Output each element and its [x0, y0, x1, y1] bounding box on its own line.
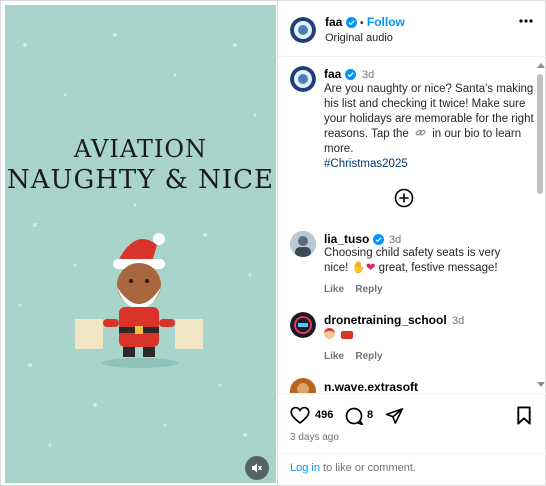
comment-username[interactable]: dronetraining_school: [324, 313, 447, 327]
header-separator: •: [360, 18, 364, 29]
comment-avatar-lia-tuso[interactable]: [290, 231, 316, 257]
caption-username[interactable]: faa: [324, 67, 341, 81]
heart-icon[interactable]: [290, 406, 310, 425]
caption-time: 3d: [362, 69, 375, 81]
comment-username[interactable]: lia_tuso: [324, 232, 369, 246]
caption-user-line: faa 3d: [324, 67, 374, 81]
verified-badge-icon: [344, 69, 356, 80]
header-username[interactable]: faa: [325, 15, 342, 29]
post-modal: AVIATION NAUGHTY & NICE faa • Follow Ori…: [0, 0, 546, 486]
comment-actions: Like Reply: [324, 348, 391, 362]
scroll-down-arrow-icon[interactable]: [537, 382, 545, 388]
hashtag-link[interactable]: #Christmas2025: [324, 158, 408, 170]
mute-button[interactable]: [245, 456, 269, 480]
comment-time: 3d: [389, 234, 402, 246]
faa-seal-icon: [290, 17, 316, 43]
heart-emoji-icon: ❤: [365, 262, 376, 274]
sleigh-emoji-icon: [341, 331, 354, 339]
comment-username[interactable]: n.wave.extrasoft: [324, 380, 418, 393]
follow-button[interactable]: Follow: [367, 15, 405, 29]
video-title-line2: NAUGHTY & NICE: [7, 165, 274, 195]
comments-scroll-area[interactable]: faa 3d Are you naughty or nice? Santa's …: [278, 58, 546, 393]
login-prompt: Log in to like or comment.: [278, 453, 546, 486]
reply-comment-button[interactable]: Reply: [355, 284, 382, 295]
scrollbar-thumb[interactable]: [537, 74, 543, 194]
comment-count[interactable]: 8: [367, 409, 373, 421]
comment-avatar-nwave[interactable]: [290, 378, 316, 393]
comment-user-line: n.wave.extrasoft: [324, 380, 418, 393]
like-comment-button[interactable]: Like: [324, 351, 344, 362]
like-count[interactable]: 496: [315, 409, 333, 421]
reply-comment-button[interactable]: Reply: [355, 351, 382, 362]
comment-emoji-row: [324, 328, 354, 342]
caption-avatar[interactable]: [290, 66, 316, 92]
drone-logo-icon: [290, 312, 316, 338]
header-user-line: faa • Follow: [325, 15, 405, 29]
user-photo-icon: [290, 378, 316, 393]
login-prompt-text: to like or comment.: [323, 462, 416, 474]
load-more-comments-icon[interactable]: [394, 188, 414, 208]
comment-text-line2-post: great, festive message!: [378, 262, 498, 274]
speaker-muted-icon: [252, 463, 263, 473]
scroll-up-arrow-icon[interactable]: [537, 62, 545, 68]
santa-emoji-icon: [324, 328, 335, 339]
faa-seal-icon: [290, 66, 316, 92]
comment-actions: Like Reply: [324, 281, 391, 295]
post-header: faa • Follow Original audio: [278, 1, 546, 57]
verified-badge-icon: [372, 234, 384, 245]
bookmark-icon[interactable]: [516, 406, 532, 425]
comment-icon[interactable]: [344, 406, 364, 426]
link-emoji-icon: [415, 129, 426, 136]
comment-text-line2-pre: nice!: [324, 262, 349, 274]
user-photo-icon: [290, 231, 316, 257]
comment-user-line: dronetraining_school 3d: [324, 313, 464, 327]
post-sidebar: faa • Follow Original audio faa 3d Are y…: [277, 1, 546, 486]
reel-video[interactable]: AVIATION NAUGHTY & NICE: [5, 5, 276, 483]
original-audio-link[interactable]: Original audio: [325, 32, 393, 44]
comment-time: 3d: [452, 315, 465, 327]
like-comment-button[interactable]: Like: [324, 284, 344, 295]
verified-badge-icon: [345, 17, 357, 28]
caption-text: Are you naughty or nice? Santa's making …: [324, 82, 538, 172]
more-options-icon[interactable]: [519, 19, 533, 23]
comment-user-line: lia_tuso 3d: [324, 232, 401, 246]
post-actions: 496 8 3 days ago: [278, 393, 546, 453]
video-title-line1: AVIATION: [73, 135, 208, 163]
comment-text-line1: Choosing child safety seats is very: [324, 247, 501, 259]
comment-avatar-dronetraining[interactable]: [290, 312, 316, 338]
clapping-hands-emoji-icon: ✋: [351, 262, 366, 274]
faa-avatar[interactable]: [290, 17, 316, 43]
share-icon[interactable]: [385, 407, 404, 425]
santa-illustration: [75, 233, 203, 368]
comment-text: Choosing child safety seats is very nice…: [324, 246, 538, 276]
post-date[interactable]: 3 days ago: [290, 432, 339, 443]
login-link[interactable]: Log in: [290, 462, 320, 474]
